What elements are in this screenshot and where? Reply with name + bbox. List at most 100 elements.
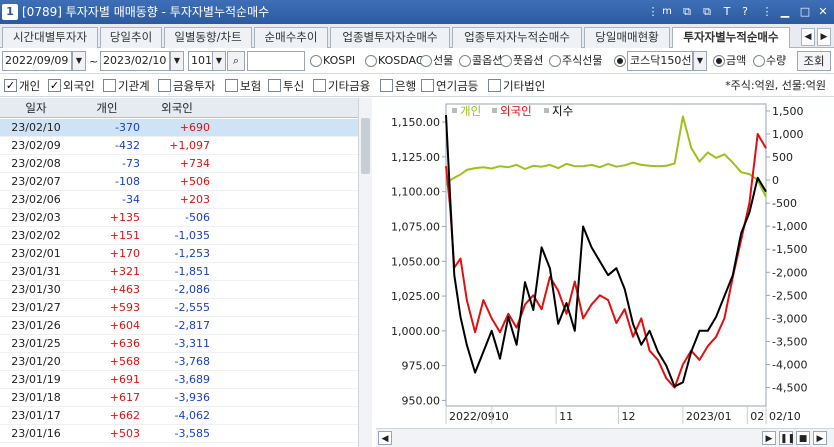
cell-date: 23/02/07 xyxy=(11,175,61,188)
header-individual[interactable]: 개인 xyxy=(72,98,142,118)
end-date-dropdown-icon[interactable]: ▼ xyxy=(170,51,184,71)
table-row[interactable]: 23/01/16 +503 -3,585 xyxy=(0,425,358,443)
market-label-kospi: KOSPI xyxy=(323,54,356,67)
header-foreign[interactable]: 외국인 xyxy=(142,98,212,118)
table-scrollbar[interactable] xyxy=(358,98,372,447)
market-radio-futures[interactable] xyxy=(420,55,432,67)
unit-note: *주식:억원, 선물:억원 xyxy=(725,79,826,92)
market-label-stock-futures: 주식선물 xyxy=(562,54,603,67)
cell-date: 23/01/19 xyxy=(11,373,61,386)
table-row[interactable]: 23/01/31 +321 -1,851 xyxy=(0,263,358,281)
market-radio-call[interactable] xyxy=(459,55,471,67)
cell-individual: +617 xyxy=(109,391,140,404)
tab-prev-icon[interactable]: ◀ xyxy=(801,28,815,46)
search-button[interactable]: 조회 xyxy=(797,51,831,71)
table-scrollbar-thumb[interactable] xyxy=(361,118,370,174)
unit-radio-amount[interactable] xyxy=(713,55,725,67)
market-radio-kosdaq150[interactable] xyxy=(614,55,626,67)
table-row[interactable]: 23/02/10 -370 +690 xyxy=(0,119,358,137)
chart-play-icon[interactable]: ▶ xyxy=(762,431,776,445)
market-radio-stock-futures[interactable] xyxy=(549,55,561,67)
cell-date: 23/02/09 xyxy=(11,139,61,152)
checkbox-institution[interactable] xyxy=(103,79,116,92)
table-row[interactable]: 23/02/07 -108 +506 xyxy=(0,173,358,191)
market-select-kosdaq150[interactable]: 코스닥150선 xyxy=(627,51,693,71)
chart-scrollbar[interactable]: ◀ ▶ ❚❚ ■ ▶ xyxy=(376,428,834,447)
checkbox-other-corp[interactable] xyxy=(488,79,501,92)
start-date-input[interactable]: 2022/09/09 xyxy=(2,51,72,71)
right-tick-label: -3,000 xyxy=(772,312,807,325)
chart-scroll-left-icon[interactable]: ◀ xyxy=(378,431,392,445)
tab-time-investor[interactable]: 시간대별투자자 xyxy=(2,27,98,48)
market-radio-kosdaq[interactable] xyxy=(365,55,377,67)
table-row[interactable]: 23/01/18 +617 -3,936 xyxy=(0,389,358,407)
count-input[interactable]: 101 xyxy=(188,51,214,71)
cell-date: 23/01/30 xyxy=(11,283,61,296)
tab-net-buy-trend[interactable]: 순매수추이 xyxy=(254,27,328,48)
start-date-dropdown-icon[interactable]: ▼ xyxy=(72,51,86,71)
table-row[interactable]: 23/02/03 +135 -506 xyxy=(0,209,358,227)
chart-pause-icon[interactable]: ❚❚ xyxy=(779,431,795,445)
cell-date: 23/01/26 xyxy=(11,319,61,332)
end-date-input[interactable]: 2023/02/10 xyxy=(100,51,170,71)
table-row[interactable]: 23/01/25 +636 -3,311 xyxy=(0,335,358,353)
copy-icon[interactable]: ⧉ xyxy=(699,4,715,20)
table-row[interactable]: 23/02/01 +170 -1,253 xyxy=(0,245,358,263)
legend-marker-1 xyxy=(492,108,497,113)
checkbox-trust[interactable] xyxy=(268,79,281,92)
tab-daily-trend[interactable]: 당일추이 xyxy=(100,27,162,48)
search-icon[interactable]: ⌕ xyxy=(227,51,245,71)
x-tick-label: 11 xyxy=(559,410,573,423)
checkbox-bank[interactable] xyxy=(380,79,393,92)
chart-scroll-right-icon[interactable]: ▶ xyxy=(813,431,827,445)
table-row[interactable]: 23/01/30 +463 -2,086 xyxy=(0,281,358,299)
checkbox-other-financial[interactable] xyxy=(313,79,326,92)
tab-today-trading[interactable]: 당일매매현황 xyxy=(584,27,670,48)
help-icon[interactable]: ? xyxy=(737,4,753,20)
label-pension: 연기금등 xyxy=(436,79,479,93)
m-icon[interactable]: m xyxy=(659,4,675,20)
cell-individual: +604 xyxy=(109,319,140,332)
table-row[interactable]: 23/01/26 +604 -2,817 xyxy=(0,317,358,335)
unit-radio-quantity[interactable] xyxy=(753,55,765,67)
table-row[interactable]: 23/01/19 +691 -3,689 xyxy=(0,371,358,389)
chart-stop-icon[interactable]: ■ xyxy=(796,431,810,445)
link-icon[interactable]: ⧉ xyxy=(679,4,695,20)
table-row[interactable]: 23/02/06 -34 +203 xyxy=(0,191,358,209)
tab-sector-cumulative[interactable]: 업종투자자누적순매수 xyxy=(452,27,582,48)
header-date[interactable]: 일자 xyxy=(0,98,72,118)
tab-sector-investor[interactable]: 업종별투자자순매수 xyxy=(330,27,450,48)
market-radio-put[interactable] xyxy=(500,55,512,67)
right-tick-label: -500 xyxy=(772,197,797,210)
code-input[interactable] xyxy=(247,51,305,71)
table-row[interactable]: 23/01/17 +662 -4,062 xyxy=(0,407,358,425)
cumulative-chart[interactable]: 1,150.00 1,125.00 1,100.00 1,075.00 1,050.00… xyxy=(376,98,834,428)
text-icon[interactable]: T xyxy=(719,4,735,20)
checkbox-individual[interactable]: ✓ xyxy=(4,79,17,92)
market-dropdown-icon[interactable]: ▼ xyxy=(693,51,707,71)
tab-next-icon[interactable]: ▶ xyxy=(817,28,831,46)
table-row[interactable]: 23/02/02 +151 -1,035 xyxy=(0,227,358,245)
maximize-icon[interactable]: □ xyxy=(797,4,813,20)
minimize-icon[interactable]: ▁ xyxy=(777,4,793,20)
market-radio-kospi[interactable] xyxy=(310,55,322,67)
left-tick-label: 1,075.00 xyxy=(391,220,440,233)
checkbox-financial-investment[interactable] xyxy=(158,79,171,92)
checkbox-insurance[interactable] xyxy=(225,79,238,92)
x-tick-label: 02/10 xyxy=(769,410,801,423)
checkbox-foreign[interactable]: ✓ xyxy=(48,79,61,92)
dots-icon[interactable]: ⋮ xyxy=(759,4,775,20)
count-dropdown-icon[interactable]: ▼ xyxy=(212,51,226,71)
table-row[interactable]: 23/02/09 -432 +1,097 xyxy=(0,137,358,155)
cell-foreign: +1,097 xyxy=(169,139,210,152)
close-icon[interactable]: ✕ xyxy=(815,4,831,20)
table-body: 23/02/10 -370 +690 23/02/09 -432 +1,097 23/02/… xyxy=(0,119,358,447)
right-tick-label: 1,000 xyxy=(772,128,804,141)
checkbox-pension[interactable] xyxy=(421,79,434,92)
table-row[interactable]: 23/01/27 +593 -2,555 xyxy=(0,299,358,317)
cell-date: 23/02/06 xyxy=(11,193,61,206)
table-row[interactable]: 23/02/08 -73 +734 xyxy=(0,155,358,173)
tab-investor-cumulative[interactable]: 투자자별누적순매수 xyxy=(672,27,790,48)
table-row[interactable]: 23/01/20 +568 -3,768 xyxy=(0,353,358,371)
tab-daily-chart[interactable]: 일별동향/차트 xyxy=(164,27,252,48)
